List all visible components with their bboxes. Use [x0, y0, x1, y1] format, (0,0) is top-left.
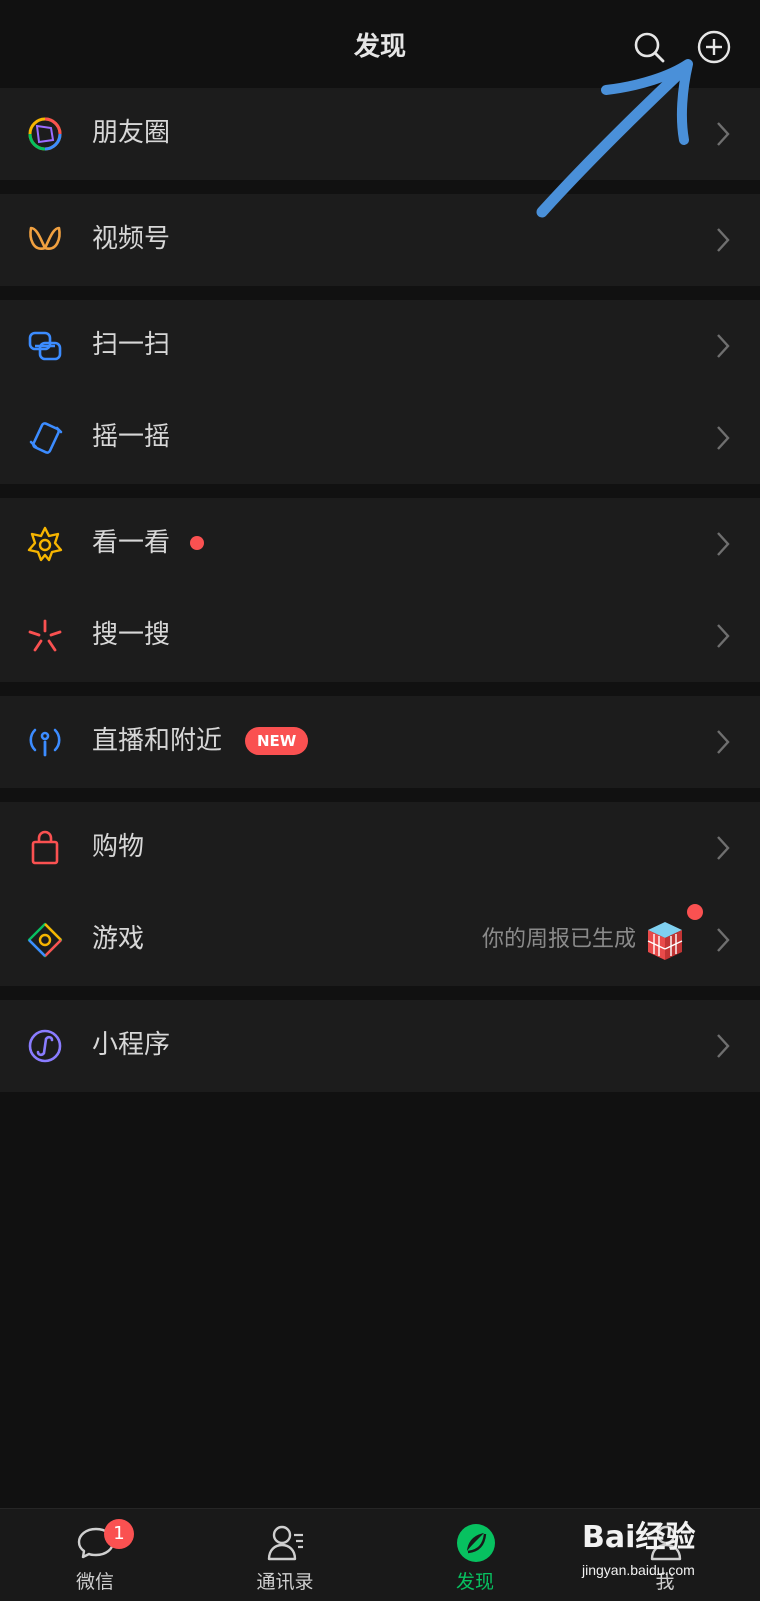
menu-item-live-nearby[interactable]: 直播和附近 NEW: [0, 696, 760, 788]
chevron-right-icon: [717, 730, 730, 754]
menu-item-games[interactable]: 游戏 你的周报已生成: [0, 894, 760, 986]
search-icon[interactable]: [632, 30, 666, 64]
tab-contacts-label: 通讯录: [256, 1571, 314, 1593]
tab-contacts[interactable]: 通讯录: [190, 1509, 380, 1601]
tab-me-label: 我: [655, 1571, 675, 1593]
menu-item-top-stories[interactable]: 看一看: [0, 498, 760, 590]
unread-count-badge: 1: [104, 1519, 134, 1549]
scan-label: 扫一扫: [92, 330, 171, 360]
tab-discover[interactable]: 发现: [380, 1509, 570, 1601]
menu-item-shopping[interactable]: 购物: [0, 802, 760, 894]
chevron-right-icon: [717, 928, 730, 952]
channels-butterfly-icon: [29, 226, 61, 250]
menu-item-moments[interactable]: 朋友圈: [0, 88, 760, 180]
group-shopping-games: 购物 游戏 你的周报已生成: [0, 802, 760, 986]
unread-dot: [190, 536, 204, 550]
group-stories-search: 看一看 搜一搜: [0, 498, 760, 682]
live-broadcast-icon: [29, 728, 61, 757]
chevron-right-icon: [717, 334, 730, 358]
games-label: 游戏: [92, 924, 145, 954]
menu-item-mini-programs[interactable]: 小程序: [0, 1000, 760, 1092]
live-nearby-label: 直播和附近: [92, 726, 223, 756]
chevron-right-icon: [717, 532, 730, 556]
menu-item-search[interactable]: 搜一搜: [0, 590, 760, 682]
shake-phone-icon: [29, 422, 63, 454]
unread-dot: [687, 904, 703, 920]
menu-item-shake[interactable]: 摇一摇: [0, 392, 760, 484]
chevron-right-icon: [717, 624, 730, 648]
group-moments: 朋友圈: [0, 88, 760, 180]
chevron-right-icon: [717, 122, 730, 146]
search-label: 搜一搜: [92, 620, 171, 650]
moments-aperture-icon: [28, 117, 62, 151]
top-stories-star-icon: [27, 526, 63, 562]
new-badge: NEW: [245, 727, 309, 755]
games-diamond-icon: [27, 922, 63, 958]
search-sparkle-icon: [28, 619, 62, 652]
group-live-nearby: 直播和附近 NEW: [0, 696, 760, 788]
add-plus-icon[interactable]: [697, 30, 731, 64]
top-bar: 发现: [0, 0, 760, 88]
menu-item-scan[interactable]: 扫一扫: [0, 300, 760, 392]
group-channels: 视频号: [0, 194, 760, 286]
mini-programs-icon: [28, 1029, 62, 1063]
scan-icon: [28, 331, 62, 361]
channels-label: 视频号: [92, 224, 171, 254]
group-mini-programs: 小程序: [0, 1000, 760, 1092]
chevron-right-icon: [717, 1034, 730, 1058]
tab-discover-label: 发现: [455, 1571, 494, 1593]
weekly-report-cube-icon: [647, 922, 683, 960]
chevron-right-icon: [717, 836, 730, 860]
games-weekly-report-note: 你的周报已生成: [481, 927, 636, 952]
chevron-right-icon: [717, 228, 730, 252]
tab-chats[interactable]: 1 微信: [0, 1509, 190, 1601]
contacts-person-icon: [267, 1525, 303, 1561]
top-stories-label: 看一看: [92, 528, 171, 558]
mini-programs-label: 小程序: [92, 1030, 171, 1060]
group-scan-shake: 扫一扫 摇一摇: [0, 300, 760, 484]
shopping-label: 购物: [92, 832, 145, 862]
menu-item-channels[interactable]: 视频号: [0, 194, 760, 286]
bottom-tab-bar: 1 微信 通讯录 发现 我: [0, 1508, 760, 1601]
tab-me[interactable]: 我: [570, 1509, 760, 1601]
moments-label: 朋友圈: [92, 118, 171, 148]
tab-chats-label: 微信: [75, 1571, 114, 1593]
chevron-right-icon: [717, 426, 730, 450]
shake-label: 摇一摇: [92, 422, 171, 452]
me-person-icon: [650, 1525, 682, 1561]
compass-icon: [457, 1524, 495, 1562]
shopping-bag-icon: [31, 830, 59, 865]
